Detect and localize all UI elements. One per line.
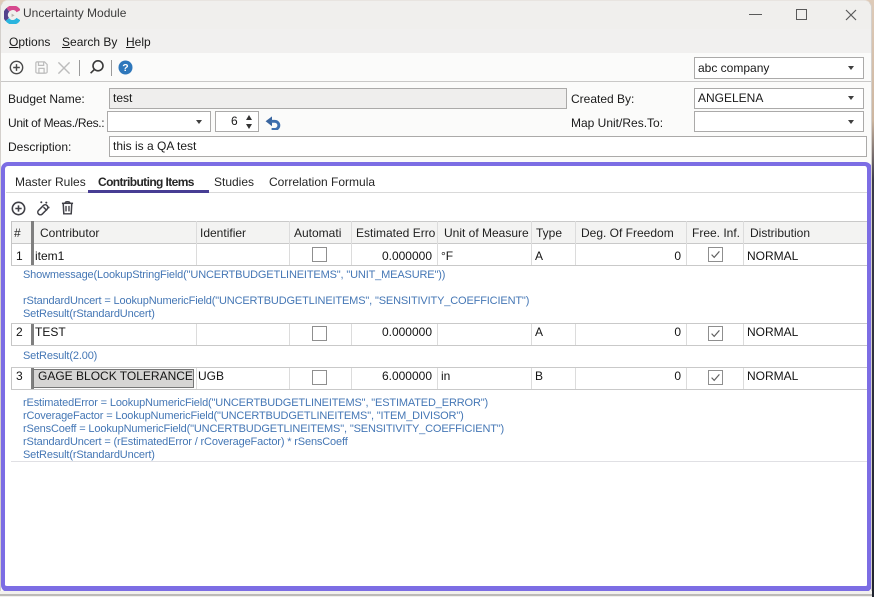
svg-text:?: ? [122,62,128,74]
